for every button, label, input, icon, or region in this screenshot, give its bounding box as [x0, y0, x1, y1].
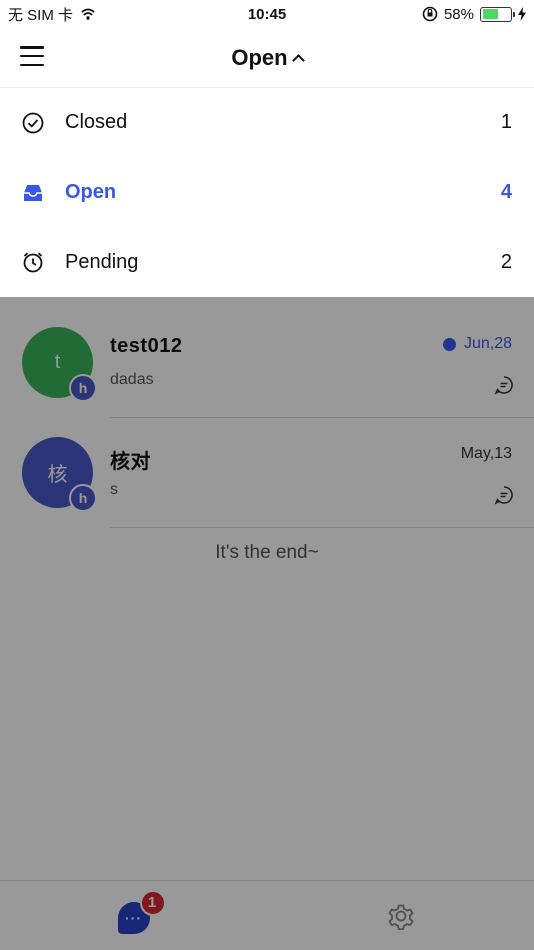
battery-fill — [482, 9, 499, 19]
dropdown-count-closed: 1 — [500, 111, 512, 134]
inbox-icon — [22, 182, 44, 204]
hamburger-menu-icon[interactable] — [20, 44, 44, 68]
status-bar: 无 SIM 卡 10:45 58% — [0, 0, 534, 28]
dim-overlay[interactable] — [0, 297, 534, 950]
status-filter-toggle[interactable]: Open — [231, 44, 305, 71]
chevron-up-icon — [291, 53, 305, 67]
status-time: 10:45 — [247, 5, 287, 23]
header-title: Open — [231, 44, 288, 70]
dropdown-item-open[interactable]: Open 4 — [0, 158, 534, 228]
dropdown-count-pending: 2 — [500, 250, 512, 273]
status-right: 58% — [422, 6, 526, 23]
charging-icon — [518, 7, 526, 21]
orientation-lock-icon — [422, 6, 438, 22]
dropdown-label-closed: Closed — [65, 111, 128, 134]
status-left: 无 SIM 卡 — [8, 4, 97, 25]
app-header: Open — [0, 28, 534, 88]
dropdown-item-pending[interactable]: Pending 2 — [0, 227, 534, 297]
check-circle-icon — [22, 112, 44, 134]
dropdown-label-pending: Pending — [65, 250, 139, 273]
dropdown-count-open: 4 — [500, 181, 512, 204]
battery-icon — [480, 6, 515, 22]
dropdown-label-open: Open — [65, 181, 117, 204]
alarm-clock-icon — [22, 251, 44, 273]
wifi-icon — [81, 8, 95, 20]
status-dropdown: Closed 1 Open 4 Pending 2 — [0, 88, 534, 297]
carrier-text: 无 SIM 卡 — [8, 6, 74, 24]
battery-percent: 58% — [443, 5, 474, 23]
dropdown-item-closed[interactable]: Closed 1 — [0, 88, 534, 158]
